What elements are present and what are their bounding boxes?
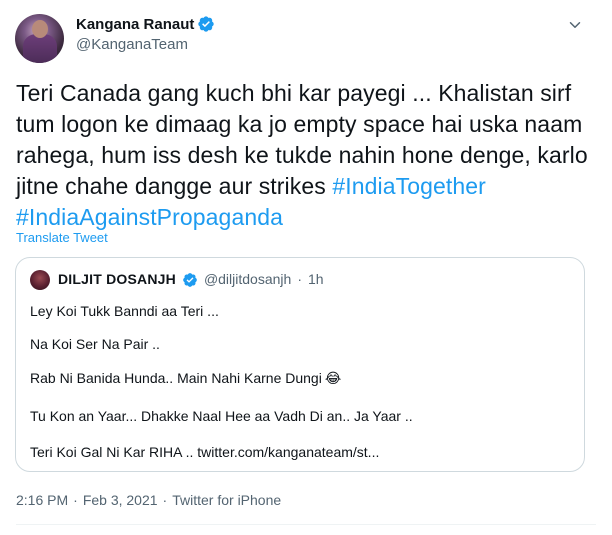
verified-badge-icon xyxy=(183,273,197,287)
tweet-text-line: #IndiaAgainstPropaganda xyxy=(16,202,596,233)
divider xyxy=(16,524,596,525)
chevron-down-icon[interactable] xyxy=(566,16,584,34)
tweet-time[interactable]: 2:16 PM xyxy=(16,492,68,508)
tweet: Kangana Ranaut @KanganaTeam Teri Canada … xyxy=(0,0,612,535)
author-avatar[interactable] xyxy=(15,14,64,63)
meta-separator: · xyxy=(162,492,168,508)
author-name[interactable]: Kangana Ranaut xyxy=(76,16,194,33)
tweet-source-link[interactable]: Twitter for iPhone xyxy=(172,492,281,508)
tweet-text-fragment: jitne chahe dangge aur strikes xyxy=(16,173,333,199)
quoted-text-line: Teri Koi Gal Ni Kar RIHA .. twitter.com/… xyxy=(30,444,380,460)
tweet-text-line: tum logon ke dimaag ka jo empty space ha… xyxy=(16,111,583,137)
meta-separator: · xyxy=(73,492,78,508)
laughing-emoji-icon: 😂 xyxy=(324,370,342,386)
quoted-text-line: Rab Ni Banida Hunda.. Main Nahi Karne Du… xyxy=(30,370,341,387)
meta-separator: · xyxy=(297,271,302,287)
quoted-tweet-time[interactable]: 1h xyxy=(308,271,324,288)
tweet-text-line: rahega, hum iss desh ke tukde nahin hone… xyxy=(16,142,588,168)
verified-badge-icon xyxy=(198,16,215,32)
quoted-text-line: Ley Koi Tukk Banndi aa Teri ... xyxy=(30,303,219,319)
quoted-author-name[interactable]: DILJIT DOSANJH xyxy=(58,271,176,288)
quoted-text-line: Na Koi Ser Na Pair .. xyxy=(30,336,160,352)
quoted-tweet[interactable]: DILJIT DOSANJH @diljitdosanjh · 1h Ley K… xyxy=(15,257,585,472)
tweet-footer: 2:16 PM · Feb 3, 2021 · Twitter for iPho… xyxy=(16,492,281,508)
tweet-text-line: Teri Canada gang kuch bhi kar payegi ...… xyxy=(16,80,572,106)
author-handle[interactable]: @KanganaTeam xyxy=(76,36,188,53)
quoted-author-handle[interactable]: @diljitdosanjh xyxy=(204,271,291,288)
tweet-date[interactable]: Feb 3, 2021 xyxy=(83,492,158,508)
tweet-text: Teri Canada gang kuch bhi kar payegi ...… xyxy=(16,78,596,233)
quoted-author-avatar[interactable] xyxy=(30,270,50,290)
quoted-tweet-header: DILJIT DOSANJH @diljitdosanjh · 1h xyxy=(58,271,324,288)
quoted-text-fragment: Rab Ni Banida Hunda.. Main Nahi Karne Du… xyxy=(30,370,322,386)
hashtag-india-together[interactable]: #IndiaTogether xyxy=(332,173,486,199)
translate-tweet-link[interactable]: Translate Tweet xyxy=(16,230,108,245)
hashtag-india-against-propaganda[interactable]: #IndiaAgainstPropaganda xyxy=(16,204,283,230)
author-name-row[interactable]: Kangana Ranaut xyxy=(76,15,215,33)
quoted-text-line: Tu Kon an Yaar... Dhakke Naal Hee aa Vad… xyxy=(30,408,413,424)
tweet-text-line: jitne chahe dangge aur strikes #IndiaTog… xyxy=(16,171,596,202)
